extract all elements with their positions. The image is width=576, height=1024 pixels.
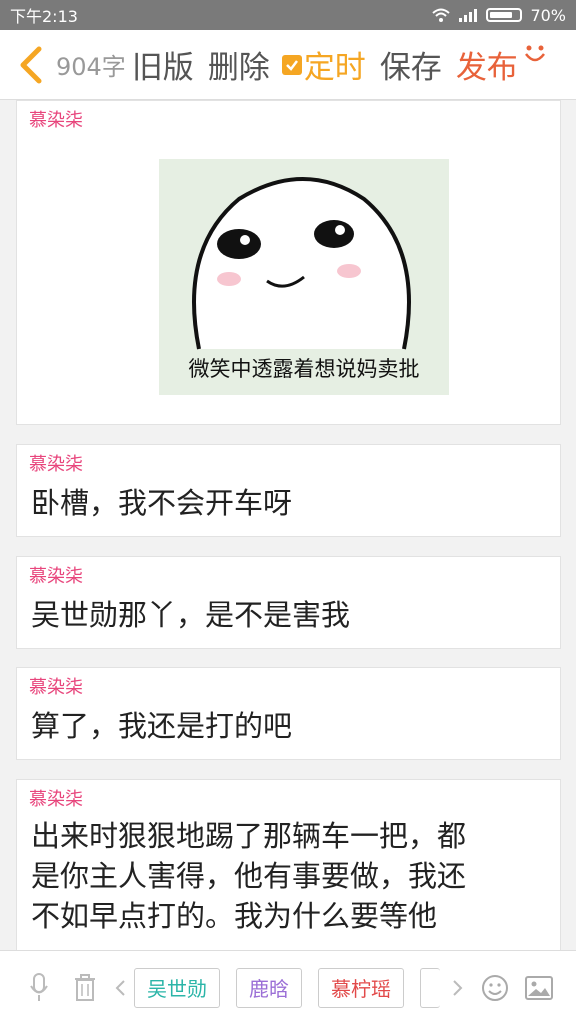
smile-icon bbox=[524, 45, 545, 61]
message-line: 是你主人害得，他有事要做，我还 bbox=[31, 859, 467, 893]
chevron-left-icon bbox=[115, 979, 125, 996]
speaker-name: 慕染柒 bbox=[29, 789, 83, 810]
story-card-image[interactable]: 慕染柒 微笑中透露着想说妈卖批 bbox=[16, 100, 561, 425]
battery-percent: 70% bbox=[530, 5, 566, 25]
meme-image: 微笑中透露着想说妈卖批 bbox=[159, 159, 449, 395]
old-version-button[interactable]: 旧版 bbox=[132, 42, 194, 87]
back-button[interactable] bbox=[8, 30, 52, 100]
speaker-name: 慕染柒 bbox=[29, 566, 83, 587]
signal-icon bbox=[459, 9, 478, 22]
trash-button[interactable] bbox=[70, 973, 100, 1002]
chevron-left-icon bbox=[20, 46, 42, 83]
image-icon bbox=[525, 975, 553, 1000]
delete-button[interactable]: 删除 bbox=[208, 42, 270, 87]
story-feed[interactable]: 慕染柒 微笑中透露着想说妈卖批 慕染柒 卧槽，我不会开车呀 慕染柒 吴世勋那丫，… bbox=[0, 100, 576, 950]
speaker-name: 慕染柒 bbox=[29, 110, 83, 131]
message-text: 卧槽，我不会开车呀 bbox=[31, 486, 293, 520]
meme-caption: 微笑中透露着想说妈卖批 bbox=[188, 357, 420, 381]
scroll-right-button[interactable] bbox=[448, 979, 468, 997]
emoji-button[interactable] bbox=[480, 974, 510, 1002]
character-tag-partial[interactable] bbox=[420, 967, 440, 1008]
save-button[interactable]: 保存 bbox=[380, 42, 442, 87]
battery-icon bbox=[486, 8, 523, 22]
emoji-icon bbox=[482, 974, 508, 1001]
scroll-left-button[interactable] bbox=[110, 979, 130, 997]
microphone-icon bbox=[30, 972, 48, 1001]
publish-button[interactable]: 发布 bbox=[456, 42, 518, 87]
character-tag[interactable]: 鹿晗 bbox=[236, 967, 302, 1008]
status-bar: 下午2:13 70% bbox=[0, 0, 576, 30]
chevron-right-icon bbox=[453, 979, 463, 996]
editor-toolbar: 904字 旧版 删除 定时 保存 发布 bbox=[0, 30, 576, 100]
checkbox-checked-icon bbox=[281, 54, 302, 75]
status-icons: 70% bbox=[432, 6, 566, 25]
status-time: 下午2:13 bbox=[10, 7, 78, 26]
bottom-toolbar: 吴世勋 鹿晗 慕柠瑶 bbox=[0, 950, 576, 1024]
story-card-text[interactable]: 慕染柒 吴世勋那丫，是不是害我 bbox=[16, 556, 561, 649]
story-card-text[interactable]: 慕染柒 卧槽，我不会开车呀 bbox=[16, 444, 561, 537]
message-text: 吴世勋那丫，是不是害我 bbox=[31, 598, 351, 632]
character-tag[interactable]: 吴世勋 bbox=[134, 967, 220, 1008]
message-line: 不如早点打的。我为什么要等他 bbox=[31, 899, 438, 933]
image-button[interactable] bbox=[524, 975, 554, 1000]
word-count: 904字 bbox=[56, 53, 126, 81]
microphone-button[interactable] bbox=[24, 972, 54, 1003]
story-card-text[interactable]: 慕染柒 出来时狠狠地踢了那辆车一把，都 是你主人害得，他有事要做，我还 不如早点… bbox=[16, 779, 561, 950]
story-card-text[interactable]: 慕染柒 算了，我还是打的吧 bbox=[16, 667, 561, 760]
message-text-multiline: 出来时狠狠地踢了那辆车一把，都 是你主人害得，他有事要做，我还 不如早点打的。我… bbox=[31, 816, 548, 936]
speaker-name: 慕染柒 bbox=[29, 677, 83, 698]
message-text: 算了，我还是打的吧 bbox=[31, 709, 293, 743]
message-line: 出来时狠狠地踢了那辆车一把，都 bbox=[31, 819, 467, 853]
timer-toggle[interactable]: 定时 bbox=[281, 42, 366, 87]
character-tag[interactable]: 慕柠瑶 bbox=[318, 967, 404, 1008]
speaker-name: 慕染柒 bbox=[29, 454, 83, 475]
trash-icon bbox=[75, 973, 95, 1001]
timer-label: 定时 bbox=[303, 50, 366, 86]
wifi-icon bbox=[432, 8, 451, 22]
